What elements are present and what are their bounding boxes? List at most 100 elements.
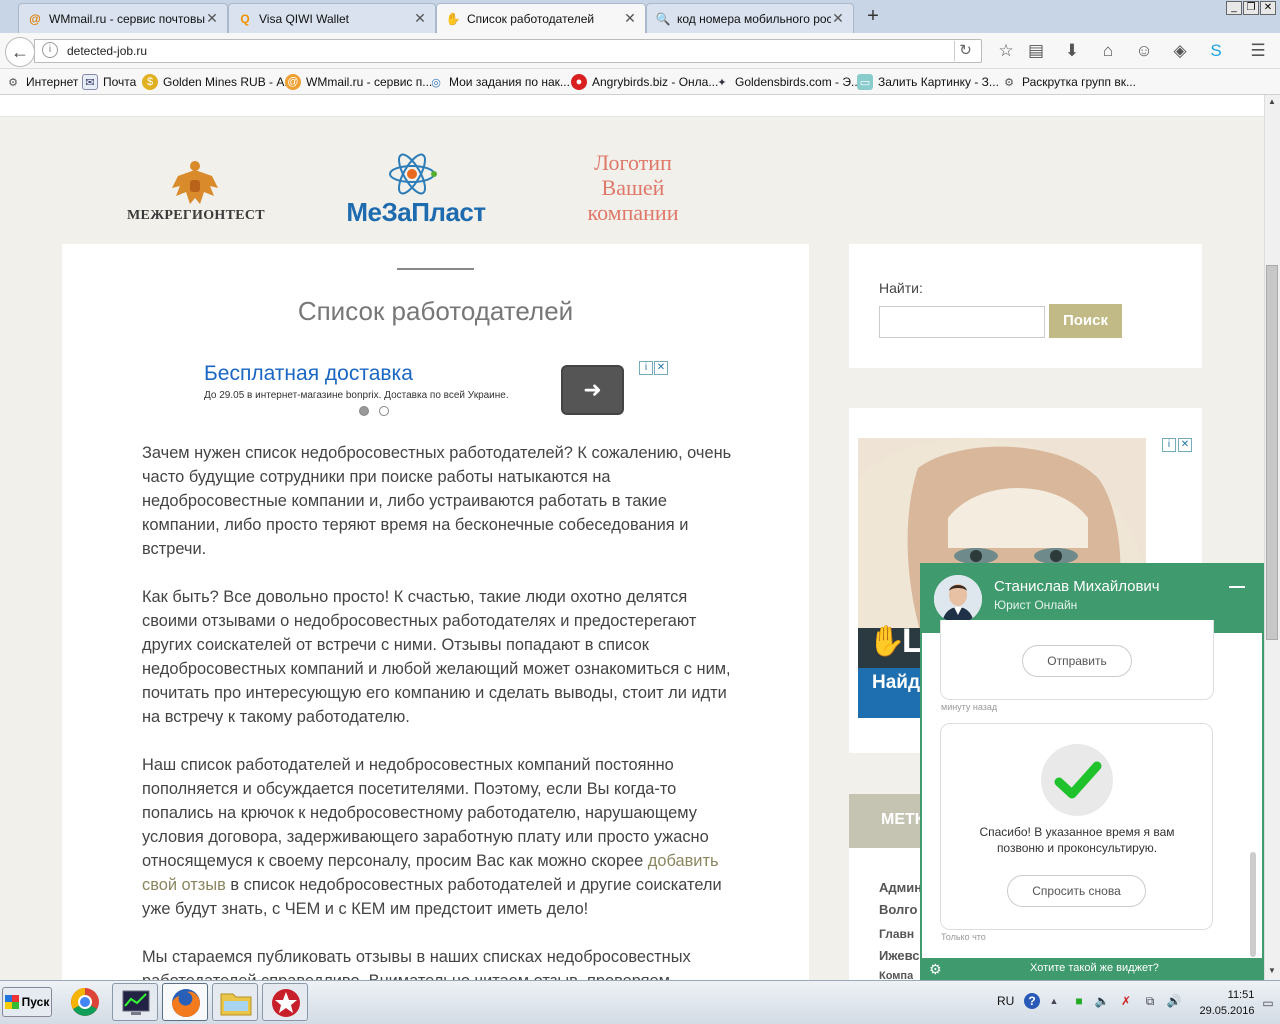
url-bar[interactable] bbox=[34, 39, 982, 63]
volume-icon[interactable]: 🔊 bbox=[1166, 993, 1182, 1009]
tab-employers[interactable]: ✋ Список работодателей ✕ bbox=[436, 3, 646, 33]
taskbar-taskmanager[interactable] bbox=[112, 983, 158, 1021]
url-text[interactable]: detected-job.ru bbox=[67, 44, 147, 58]
close-window-button[interactable]: ✕ bbox=[1260, 1, 1276, 15]
bookmark-label: WMmail.ru - сервис п... bbox=[306, 75, 433, 89]
taskbar-pokerstars[interactable] bbox=[262, 983, 308, 1021]
show-desktop-icon[interactable]: ▭ bbox=[1260, 995, 1276, 1011]
tab-wmmail[interactable]: @ WMmail.ru - сервис почтовы... ✕ bbox=[18, 3, 228, 33]
downloads-icon[interactable]: ⬇ bbox=[1060, 40, 1084, 62]
bookmark-wmmail[interactable]: @ WMmail.ru - сервис п... bbox=[285, 72, 432, 92]
home-icon[interactable]: ⌂ bbox=[1096, 40, 1120, 62]
folder-icon bbox=[220, 993, 252, 1016]
taskbar-explorer[interactable] bbox=[212, 983, 258, 1021]
message-time: Только что bbox=[941, 932, 986, 942]
menu-icon[interactable]: ☰ bbox=[1246, 40, 1270, 62]
spiral-icon: ◎ bbox=[431, 76, 441, 89]
logo-placeholder-line: компании bbox=[587, 200, 679, 225]
scroll-down-icon[interactable]: ▼ bbox=[1266, 966, 1278, 978]
start-button[interactable]: Пуск bbox=[2, 987, 52, 1017]
atom-icon bbox=[389, 153, 437, 195]
taskbar-chrome[interactable] bbox=[62, 983, 108, 1021]
checkmark-icon bbox=[1054, 761, 1102, 799]
tag-link[interactable]: Админ bbox=[879, 880, 922, 895]
help-icon[interactable]: ? bbox=[1024, 993, 1040, 1009]
ad-cta-text[interactable]: Найд bbox=[872, 672, 920, 694]
bookmark-vk-promo[interactable]: ⚙ Раскрутка групп вк... bbox=[1001, 72, 1136, 92]
chat-icon[interactable]: ☺ bbox=[1132, 40, 1156, 62]
close-ad-icon[interactable]: ✕ bbox=[654, 361, 668, 375]
close-icon[interactable]: ✕ bbox=[413, 10, 427, 27]
logo-placeholder[interactable]: Логотип Вашей компании bbox=[568, 150, 698, 230]
bookmark-label: Раскрутка групп вк... bbox=[1022, 75, 1136, 89]
tab-search[interactable]: 🔍 код номера мобильного рос... ✕ bbox=[646, 3, 854, 33]
minimize-chat-icon[interactable] bbox=[1229, 586, 1245, 588]
ask-again-button[interactable]: Спросить снова bbox=[1007, 875, 1146, 907]
bookmark-star-icon[interactable]: ☆ bbox=[994, 40, 1018, 62]
adchoices-icon[interactable]: i bbox=[1162, 438, 1176, 452]
pocket-icon[interactable]: ◈ bbox=[1168, 40, 1192, 62]
bookmark-label: Интернет bbox=[26, 75, 79, 89]
search-input[interactable] bbox=[879, 306, 1045, 338]
carousel-dot-active[interactable] bbox=[359, 406, 369, 416]
chat-agent-name: Станислав Михайлович bbox=[994, 578, 1160, 595]
close-icon[interactable]: ✕ bbox=[623, 10, 637, 27]
success-check-icon bbox=[1041, 744, 1113, 816]
network-icon[interactable]: ⧉ bbox=[1142, 993, 1158, 1009]
person-photo-icon bbox=[934, 575, 982, 623]
tab-title: WMmail.ru - сервис почтовы... bbox=[49, 11, 205, 26]
bookmark-tasks[interactable]: ◎ Мои задания по нак... bbox=[428, 72, 570, 92]
chat-scrollbar[interactable] bbox=[1250, 852, 1256, 957]
clock-date[interactable]: 29.05.2016 bbox=[1194, 1005, 1260, 1017]
search-button[interactable]: Поиск bbox=[1049, 304, 1122, 338]
ad-arrow-button[interactable]: ➜ bbox=[561, 365, 624, 415]
close-ad-icon[interactable]: ✕ bbox=[1178, 438, 1192, 452]
scrollbar-thumb[interactable] bbox=[1266, 265, 1278, 640]
speaker-icon[interactable]: 🔈 bbox=[1094, 993, 1110, 1009]
search-icon: 🔍 bbox=[655, 11, 671, 26]
close-icon[interactable]: ✕ bbox=[205, 10, 219, 27]
logo-mezaplast-text: МеЗаПласт bbox=[346, 197, 486, 227]
ad-description[interactable]: До 29.05 в интернет-магазине bonprix. До… bbox=[204, 390, 509, 401]
network-error-icon[interactable]: ✗ bbox=[1118, 993, 1134, 1009]
tag-link[interactable]: Ижевс bbox=[879, 948, 920, 963]
ad-title-link[interactable]: Бесплатная доставка bbox=[204, 362, 413, 386]
new-tab-button[interactable]: + bbox=[860, 5, 886, 29]
tag-link[interactable]: Главн bbox=[879, 927, 914, 941]
taskbar-firefox[interactable] bbox=[162, 983, 208, 1021]
bookmark-upload-image[interactable]: ▭ Залить Картинку - З... bbox=[857, 72, 999, 92]
scroll-up-icon[interactable]: ▲ bbox=[1266, 97, 1278, 109]
carousel-dot[interactable] bbox=[379, 406, 389, 416]
bookmark-goldensbirds[interactable]: ✦ Goldensbirds.com - Э... bbox=[714, 72, 861, 92]
green-square-icon[interactable]: ■ bbox=[1071, 993, 1087, 1009]
tab-qiwi[interactable]: Q Visa QIWI Wallet ✕ bbox=[228, 3, 436, 33]
logo-placeholder-line: Логотип bbox=[594, 150, 672, 175]
bird-icon: ● bbox=[571, 74, 587, 90]
coin-icon: $ bbox=[142, 74, 158, 90]
adchoices-icon[interactable]: i bbox=[639, 361, 653, 375]
back-button[interactable]: ← bbox=[5, 37, 35, 67]
tab-title: код номера мобильного рос... bbox=[677, 11, 831, 26]
info-icon[interactable]: i bbox=[42, 42, 58, 58]
tray-expand-icon[interactable]: ▲ bbox=[1046, 993, 1062, 1009]
language-indicator[interactable]: RU bbox=[997, 994, 1014, 1008]
reading-list-icon[interactable]: ▤ bbox=[1024, 40, 1048, 62]
tag-link[interactable]: Волго bbox=[879, 902, 917, 917]
minimize-window-button[interactable]: _ bbox=[1226, 1, 1242, 15]
bookmark-golden-mines[interactable]: $ Golden Mines RUB - А... bbox=[142, 72, 294, 92]
send-button[interactable]: Отправить bbox=[1022, 645, 1132, 677]
gear-icon[interactable]: ⚙ bbox=[929, 961, 945, 977]
bookmark-angrybirds[interactable]: ● Angrybirds.biz - Онла... bbox=[571, 72, 718, 92]
logo-mezhregiontest-text: МЕЖРЕГИОНТЕСТ bbox=[127, 208, 265, 223]
restore-window-button[interactable]: ❐ bbox=[1243, 1, 1259, 15]
skype-icon[interactable]: S bbox=[1204, 40, 1228, 62]
close-icon[interactable]: ✕ bbox=[831, 10, 845, 27]
tag-link[interactable]: Компа bbox=[879, 970, 913, 980]
widget-promo-link[interactable]: Хотите такой же виджет? bbox=[1030, 962, 1159, 974]
bookmark-label: Angrybirds.biz - Онла... bbox=[592, 75, 719, 89]
logo-placeholder-line: Вашей bbox=[601, 175, 665, 200]
reload-button[interactable]: ↻ bbox=[954, 41, 976, 61]
tags-title: МЕТК bbox=[881, 811, 925, 828]
bookmark-internet[interactable]: ⚙ Интернет bbox=[5, 72, 78, 92]
bookmark-mail[interactable]: ✉ Почта bbox=[82, 72, 136, 92]
